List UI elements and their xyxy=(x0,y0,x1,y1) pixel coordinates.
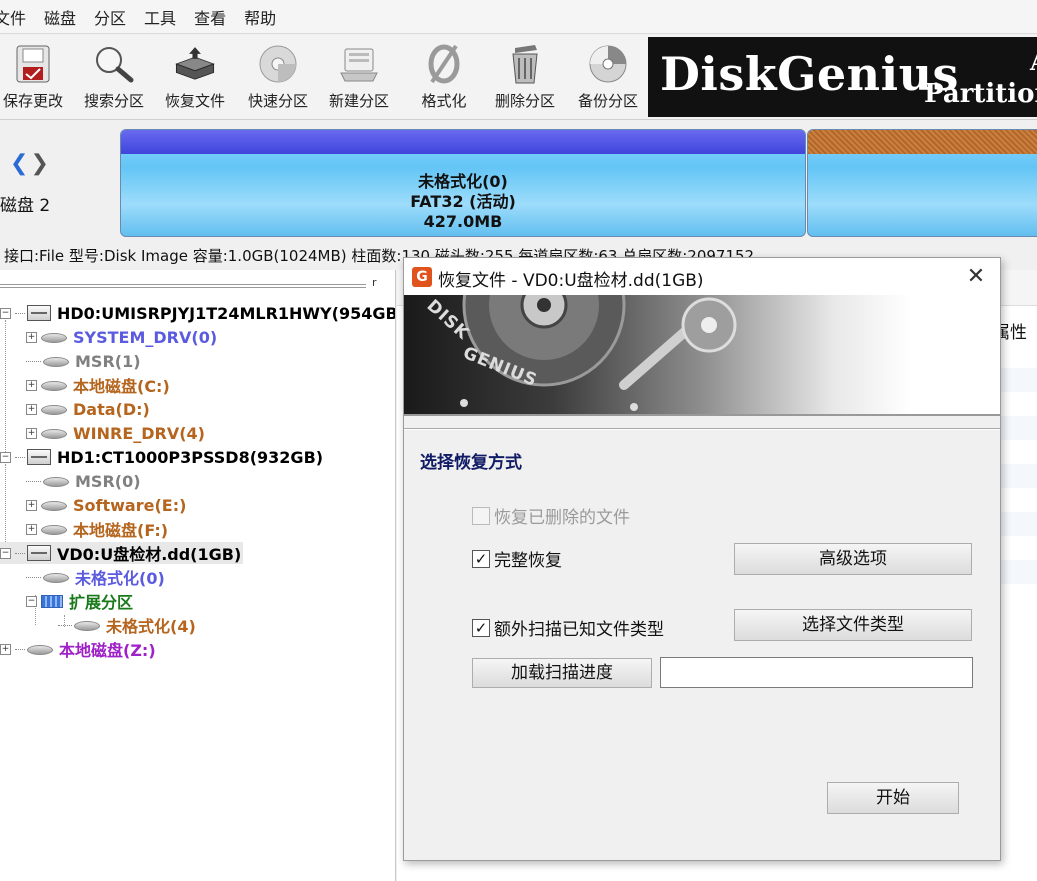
extended-partition-icon xyxy=(41,594,63,608)
section-title: 选择恢复方式 xyxy=(420,453,522,473)
checkmark-icon: ✓ xyxy=(472,549,490,568)
expand-icon[interactable]: + xyxy=(26,403,37,415)
load-scan-progress-button[interactable]: 加载扫描进度 xyxy=(472,658,652,688)
delete-partition-button[interactable]: 删除分区 xyxy=(487,41,563,117)
brand-subtitle: Partition xyxy=(924,79,1037,109)
brand-banner: DiskGenius Partition A xyxy=(648,37,1037,117)
tree-item-drive-f[interactable]: + 本地磁盘(F:) xyxy=(26,518,168,540)
new-partition-button[interactable]: 新建分区 xyxy=(321,41,397,117)
hard-disk-icon xyxy=(27,545,51,561)
expand-icon[interactable]: + xyxy=(26,331,37,343)
menu-file[interactable]: 文件 xyxy=(0,5,35,29)
new-partition-icon xyxy=(337,41,381,87)
tree-item-winre-drv[interactable]: + WINRE_DRV(4) xyxy=(26,422,205,444)
partition-icon xyxy=(41,331,67,343)
menu-help[interactable]: 帮助 xyxy=(235,5,285,29)
tree-header: r xyxy=(0,276,392,292)
dialog-title: 恢复文件 - VD0:U盘检材.dd(1GB) xyxy=(438,271,704,291)
format-button[interactable]: 格式化 xyxy=(406,41,482,117)
tree-item-extended[interactable]: − 扩展分区 xyxy=(26,590,133,612)
recover-files-button[interactable]: 恢复文件 xyxy=(157,41,233,117)
close-button[interactable]: ✕ xyxy=(956,262,996,292)
partition-icon xyxy=(41,403,67,415)
tree-item-msr-0[interactable]: MSR(0) xyxy=(26,470,141,492)
recover-files-dialog: G 恢复文件 - VD0:U盘检材.dd(1GB) ✕ DISK GENIUS … xyxy=(403,257,1001,861)
save-button[interactable]: 保存更改 xyxy=(0,41,68,117)
partition-icon xyxy=(41,523,67,535)
dialog-banner-image: DISK GENIUS xyxy=(404,295,1000,416)
disk-nav-arrows[interactable]: ❮❯ xyxy=(10,151,51,176)
tree-item-drive-d[interactable]: + Data(D:) xyxy=(26,398,150,420)
backup-partition-button[interactable]: 备份分区 xyxy=(569,41,647,117)
menu-partition[interactable]: 分区 xyxy=(85,5,135,29)
brand-name: DiskGenius xyxy=(660,47,959,101)
tree-item-drive-e[interactable]: + Software(E:) xyxy=(26,494,186,516)
next-disk-icon[interactable]: ❯ xyxy=(30,151,50,176)
menu-tools[interactable]: 工具 xyxy=(135,5,185,29)
partition-icon xyxy=(43,355,69,367)
partition-icon xyxy=(41,427,67,439)
partition-icon xyxy=(43,571,69,583)
tree-item-drive-c[interactable]: + 本地磁盘(C:) xyxy=(26,374,170,396)
scan-known-types-checkbox[interactable]: ✓ 额外扫描已知文件类型 xyxy=(472,615,664,640)
menu-disk[interactable]: 磁盘 xyxy=(35,5,85,29)
advanced-options-button[interactable]: 高级选项 xyxy=(734,543,972,575)
select-file-types-button[interactable]: 选择文件类型 xyxy=(734,609,972,641)
partition-fs: FAT32 (活动) xyxy=(410,192,516,211)
partition-icon xyxy=(43,475,69,487)
dialog-titlebar[interactable]: G 恢复文件 - VD0:U盘检材.dd(1GB) ✕ xyxy=(404,258,1000,295)
expand-icon[interactable]: + xyxy=(26,499,37,511)
hard-disk-icon xyxy=(27,305,51,321)
save-icon xyxy=(11,41,55,87)
partition-block-unformatted[interactable]: 未格式化(0) FAT32 (活动) 427.0MB xyxy=(120,129,806,237)
partition-size: 427.0MB xyxy=(423,212,503,231)
backup-icon xyxy=(586,41,630,87)
hard-disk-icon xyxy=(27,449,51,465)
trash-icon xyxy=(503,41,547,87)
tree-item-hd1[interactable]: − HD1:CT1000P3PSSD8(932GB) xyxy=(0,446,323,468)
collapse-icon[interactable]: − xyxy=(0,307,11,319)
prev-disk-icon[interactable]: ❮ xyxy=(10,151,30,176)
checkmark-icon: ✓ xyxy=(472,618,490,637)
tree-item-unformatted-0[interactable]: 未格式化(0) xyxy=(26,566,165,588)
partition-icon xyxy=(27,643,53,655)
tree-item-drive-z[interactable]: + 本地磁盘(Z:) xyxy=(0,638,156,660)
menu-view[interactable]: 查看 xyxy=(185,5,235,29)
quick-partition-icon xyxy=(256,41,300,87)
menu-bar: 文件 磁盘 分区 工具 查看 帮助 xyxy=(0,0,1037,34)
full-recovery-checkbox[interactable]: ✓ 完整恢复 xyxy=(472,546,562,571)
expand-icon[interactable]: + xyxy=(0,643,11,655)
hard-drive-illustration: DISK GENIUS xyxy=(423,295,737,411)
collapse-icon[interactable]: − xyxy=(26,595,37,607)
disk-tree-pane: r − HD0:UMISRPJYJ1T24MLR1HWY(954GB) + SY… xyxy=(0,270,396,881)
partition-icon xyxy=(74,619,100,631)
search-icon xyxy=(92,41,136,87)
collapse-icon[interactable]: − xyxy=(0,547,11,559)
quick-partition-button[interactable]: 快速分区 xyxy=(240,41,316,117)
partition-name: 未格式化(0) xyxy=(418,172,508,191)
format-icon xyxy=(422,41,466,87)
tree-item-hd0[interactable]: − HD0:UMISRPJYJ1T24MLR1HWY(954GB) xyxy=(0,302,395,324)
tree-item-vd0-selected[interactable]: − VD0:U盘检材.dd(1GB) xyxy=(0,542,244,564)
expand-icon[interactable]: + xyxy=(26,523,37,535)
divider xyxy=(404,428,1000,430)
tree-item-unformatted-4[interactable]: 未格式化(4) xyxy=(58,614,196,636)
collapse-icon[interactable]: − xyxy=(0,451,11,463)
disk-label: 磁盘 2 xyxy=(0,196,51,216)
brand-letter: A xyxy=(1030,47,1037,76)
partition-block-extended[interactable] xyxy=(807,129,1037,237)
expand-icon[interactable]: + xyxy=(26,379,37,391)
recover-deleted-checkbox[interactable]: 恢复已删除的文件 xyxy=(472,503,630,528)
disk-map-area: ❮❯ 磁盘 2 未格式化(0) FAT32 (活动) 427.0MB xyxy=(0,121,1037,241)
tree-item-msr-1[interactable]: MSR(1) xyxy=(26,350,141,372)
search-partition-button[interactable]: 搜索分区 xyxy=(76,41,152,117)
scan-progress-path-input[interactable] xyxy=(660,657,973,688)
partition-icon xyxy=(41,379,67,391)
app-logo-icon: G xyxy=(412,267,432,287)
tree-item-system-drv[interactable]: + SYSTEM_DRV(0) xyxy=(26,326,217,348)
start-button[interactable]: 开始 xyxy=(827,782,959,814)
partition-icon xyxy=(41,499,67,511)
expand-icon[interactable]: + xyxy=(26,427,37,439)
recover-icon xyxy=(173,41,217,87)
